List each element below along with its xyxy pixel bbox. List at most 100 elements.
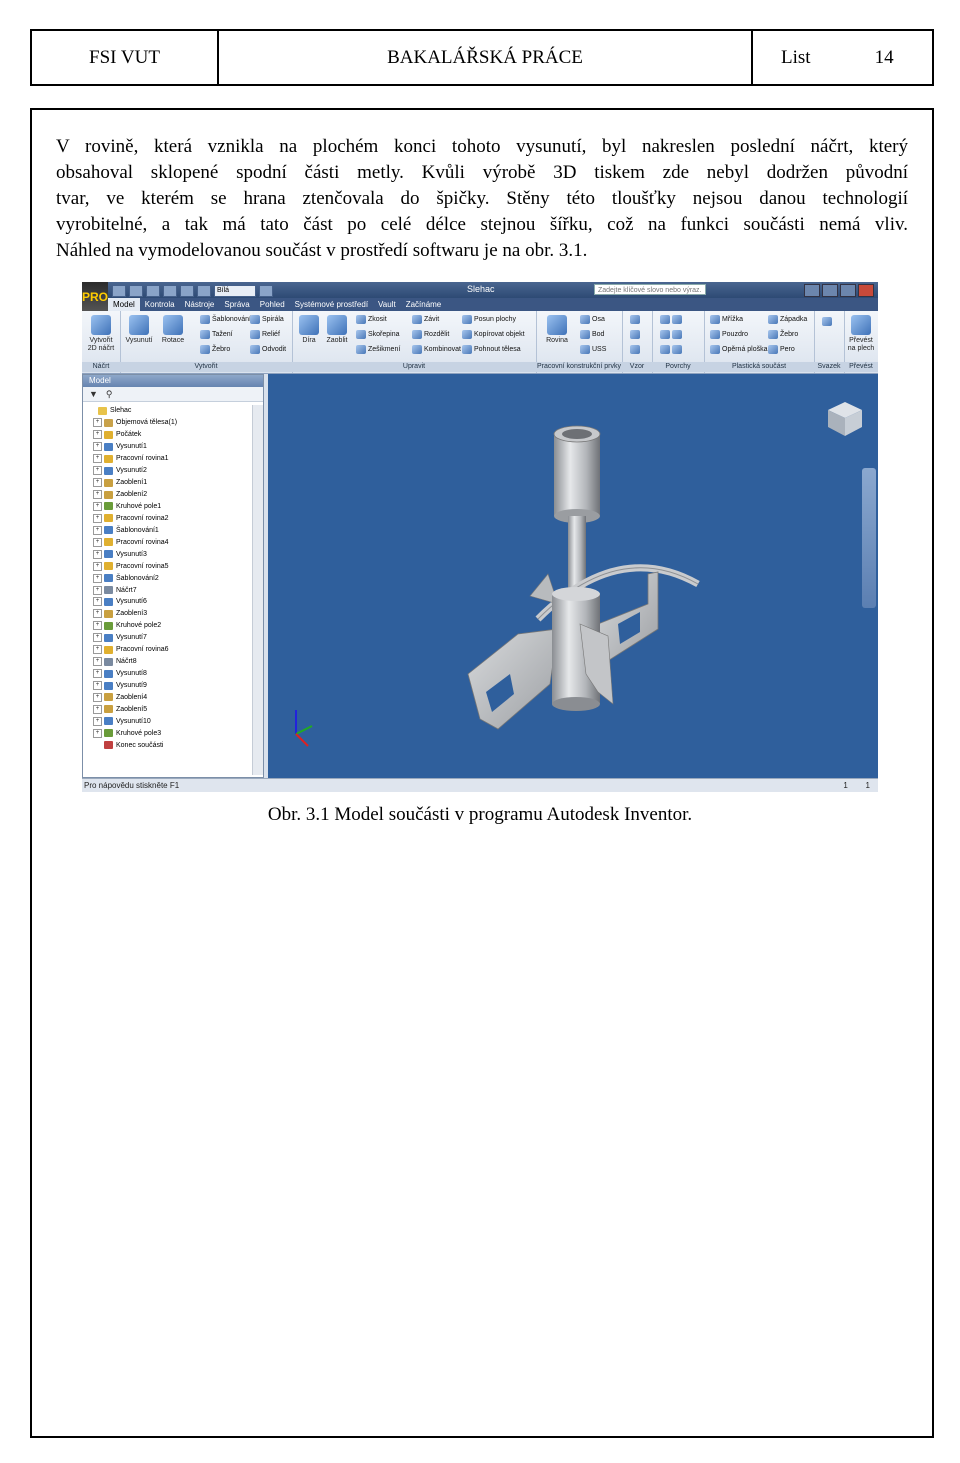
tree-node[interactable]: + Objemová tělesa(1) (87, 417, 177, 429)
shell-button[interactable]: Skořepina (356, 330, 400, 339)
select-icon[interactable] (197, 285, 211, 297)
tab-systemove-prostredi[interactable]: Systémové prostředí (290, 298, 373, 311)
expand-icon[interactable]: + (93, 657, 102, 667)
tree-node[interactable]: + Vysunutí9 (87, 680, 177, 692)
revolve-button[interactable]: Rotace (158, 315, 188, 345)
sweep-button[interactable]: Tažení (200, 330, 233, 339)
tab-vault[interactable]: Vault (373, 298, 401, 311)
tree-node[interactable]: + Zaoblení3 (87, 608, 177, 620)
snap-fit-button[interactable]: Západka (768, 315, 807, 324)
tree-node[interactable]: + Náčrt7 (87, 584, 177, 596)
tree-node[interactable]: + Vysunutí7 (87, 632, 177, 644)
app-logo[interactable]: PRO (82, 282, 108, 312)
expand-icon[interactable]: + (93, 466, 102, 476)
rest-button[interactable]: Opěrná ploška (710, 345, 768, 354)
expand-icon[interactable]: + (93, 478, 102, 488)
expand-icon[interactable]: + (93, 418, 102, 428)
rib-button[interactable]: Žebro (200, 345, 230, 354)
axis-button[interactable]: Osa (580, 315, 605, 324)
expand-icon[interactable]: + (93, 573, 102, 583)
tree-node[interactable]: + Pracovní rovina1 (87, 453, 177, 465)
thread-button[interactable]: Závit (412, 315, 439, 324)
expand-icon[interactable]: + (93, 525, 102, 535)
hole-button[interactable]: Díra (294, 315, 324, 345)
viewcube[interactable] (826, 400, 864, 438)
expand-icon[interactable]: + (93, 716, 102, 726)
tree-node[interactable]: + Kruhové pole3 (87, 727, 177, 739)
tree-node[interactable]: + Šablonování2 (87, 572, 177, 584)
undo-icon[interactable] (163, 285, 177, 297)
derive-button[interactable]: Odvodit (250, 345, 286, 354)
patch-button[interactable] (660, 345, 682, 354)
extrude-button[interactable]: Vysunutí (124, 315, 154, 345)
expand-icon[interactable]: + (93, 597, 102, 607)
pattern-circ-button[interactable] (630, 330, 640, 339)
tab-nastroje[interactable]: Nástroje (180, 298, 220, 311)
tree-node[interactable]: + Pracovní rovina5 (87, 560, 177, 572)
expand-icon[interactable]: + (93, 609, 102, 619)
tree-node[interactable]: + Kruhové pole2 (87, 620, 177, 632)
plane-button[interactable]: Rovina (542, 315, 572, 345)
ucs-button[interactable]: USS (580, 345, 606, 354)
split-button[interactable]: Rozdělit (412, 330, 449, 339)
tree-node[interactable]: + Vysunutí1 (87, 441, 177, 453)
expand-icon[interactable]: + (93, 645, 102, 655)
tree-node[interactable]: Konec součásti (87, 739, 177, 751)
stitch-button[interactable] (660, 330, 682, 339)
material-select[interactable]: Bílá (214, 285, 256, 297)
minimize-button[interactable] (822, 284, 838, 297)
expand-icon[interactable]: + (93, 692, 102, 702)
tree-node[interactable]: + Zaoblení1 (87, 477, 177, 489)
expand-icon[interactable]: + (93, 442, 102, 452)
help-icon[interactable] (804, 284, 820, 297)
convert-sheet-metal-button[interactable]: Převést na plech (846, 315, 876, 353)
filter-icon[interactable]: ▼ (89, 389, 98, 399)
surface-button[interactable] (660, 315, 682, 324)
lip-button[interactable]: Pero (768, 345, 795, 354)
expand-icon[interactable]: + (93, 454, 102, 464)
fillet-button[interactable]: Zaoblit (322, 315, 352, 345)
move-bodies-button[interactable]: Pohnout tělesa (462, 345, 521, 354)
chamfer-button[interactable]: Zkosit (356, 315, 387, 324)
offset-face-button[interactable]: Posun plochy (462, 315, 516, 324)
combine-button[interactable]: Kombinovat (412, 345, 461, 354)
tree-node[interactable]: + Vysunutí10 (87, 715, 177, 727)
expand-icon[interactable]: + (93, 513, 102, 523)
browser-title[interactable]: Model (83, 375, 263, 387)
expand-icon[interactable]: + (93, 430, 102, 440)
tab-zaciname[interactable]: Začínáme (401, 298, 447, 311)
maximize-button[interactable] (840, 284, 856, 297)
expand-icon[interactable]: + (93, 704, 102, 714)
point-button[interactable]: Bod (580, 330, 604, 339)
expand-icon[interactable]: + (93, 537, 102, 547)
tree-node[interactable]: + Náčrt8 (87, 656, 177, 668)
find-icon[interactable]: ⚲ (106, 389, 113, 400)
loft-button[interactable]: Šablonování (200, 315, 251, 324)
tree-node[interactable]: + Šablonování1 (87, 524, 177, 536)
coil-button[interactable]: Spirála (250, 315, 284, 324)
tree-node[interactable]: + Zaoblení5 (87, 703, 177, 715)
tree-node[interactable]: + Vysunutí3 (87, 548, 177, 560)
pattern-rect-button[interactable] (630, 315, 640, 324)
mirror-button[interactable] (630, 345, 640, 354)
tree-node[interactable]: + Pracovní rovina2 (87, 512, 177, 524)
expand-icon[interactable]: + (93, 585, 102, 595)
new-icon[interactable] (112, 285, 126, 297)
search-input[interactable]: Zadejte klíčové slovo nebo výraz. (594, 284, 706, 295)
tree-node[interactable]: + Vysunutí6 (87, 596, 177, 608)
tree-node[interactable]: + Pracovní rovina4 (87, 536, 177, 548)
expand-icon[interactable]: + (93, 633, 102, 643)
expand-icon[interactable]: + (93, 561, 102, 571)
copy-object-button[interactable]: Kopírovat objekt (462, 330, 525, 339)
open-icon[interactable] (129, 285, 143, 297)
expand-icon[interactable]: + (93, 728, 102, 738)
tab-kontrola[interactable]: Kontrola (140, 298, 180, 311)
grill-button[interactable]: Mřížka (710, 315, 743, 324)
tree-node[interactable]: + Zaoblení2 (87, 489, 177, 501)
tree-node[interactable]: + Zaoblení4 (87, 692, 177, 704)
tree-node[interactable]: + Vysunutí2 (87, 465, 177, 477)
tree-node[interactable]: + Počátek (87, 429, 177, 441)
save-icon[interactable] (146, 285, 160, 297)
redo-icon[interactable] (180, 285, 194, 297)
expand-icon[interactable]: + (93, 490, 102, 500)
